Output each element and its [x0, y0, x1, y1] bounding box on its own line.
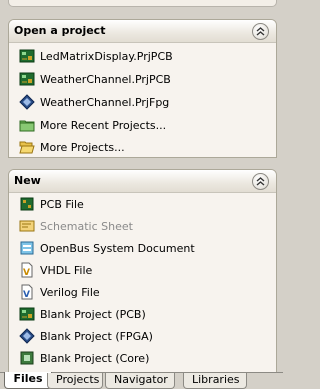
item-label: Blank Project (Core) — [40, 351, 150, 365]
new-blank-fpga-project-item[interactable]: Blank Project (FPGA) — [19, 326, 153, 346]
item-label: WeatherChannel.PrjPCB — [40, 72, 171, 86]
item-label: VHDL File — [40, 263, 93, 277]
tab-projects[interactable]: Projects — [47, 373, 103, 389]
recent-project-item[interactable]: WeatherChannel.PrjFpg — [19, 92, 169, 112]
pcb-project-icon — [19, 71, 35, 87]
item-label: Verilog File — [40, 285, 100, 299]
svg-text:V: V — [23, 268, 30, 278]
item-label: More Projects... — [40, 140, 125, 154]
vhdl-file-icon: V — [19, 262, 35, 278]
open-project-header[interactable]: Open a project — [9, 20, 276, 43]
core-project-icon — [19, 350, 35, 366]
tab-label: Libraries — [192, 373, 240, 386]
item-label: OpenBus System Document — [40, 241, 195, 255]
new-schematic-sheet-item[interactable]: Schematic Sheet — [19, 216, 133, 236]
pcb-file-icon — [19, 196, 35, 212]
tab-label: Navigator — [114, 373, 168, 386]
new-vhdl-file-item[interactable]: V VHDL File — [19, 260, 92, 280]
item-label: Blank Project (FPGA) — [40, 329, 153, 343]
fpga-project-icon — [19, 94, 35, 110]
collapse-up-icon[interactable] — [252, 173, 269, 190]
item-label: PCB File — [40, 197, 84, 211]
panel-tab-bar: Files Projects Navigator Libraries — [0, 372, 283, 389]
item-label: LedMatrixDisplay.PrjPCB — [40, 49, 173, 63]
new-blank-pcb-project-item[interactable]: Blank Project (PCB) — [19, 304, 146, 324]
previous-panel-bottom — [8, 0, 277, 7]
recent-project-item[interactable]: WeatherChannel.PrjPCB — [19, 69, 171, 89]
new-verilog-file-item[interactable]: V Verilog File — [19, 282, 100, 302]
tab-files[interactable]: Files — [4, 372, 52, 389]
open-project-group: Open a project LedMatrixDisplay.PrjPCB W… — [8, 19, 277, 158]
collapse-up-icon[interactable] — [252, 23, 269, 40]
svg-text:V: V — [23, 290, 30, 300]
item-label: WeatherChannel.PrjFpg — [40, 95, 170, 109]
new-header[interactable]: New — [9, 170, 276, 193]
pcb-project-icon — [19, 306, 35, 322]
tab-label: Projects — [56, 373, 100, 386]
tab-libraries[interactable]: Libraries — [183, 373, 247, 389]
item-label: Blank Project (PCB) — [40, 307, 146, 321]
green-folder-icon — [19, 117, 35, 133]
new-group: New PCB File Schematic Sheet OpenBus Sys… — [8, 169, 277, 375]
new-title: New — [14, 174, 41, 187]
tab-navigator[interactable]: Navigator — [105, 373, 175, 389]
schematic-sheet-icon — [19, 218, 35, 234]
new-blank-core-project-item[interactable]: Blank Project (Core) — [19, 348, 149, 368]
new-openbus-document-item[interactable]: OpenBus System Document — [19, 238, 195, 258]
tab-label: Files — [13, 372, 43, 385]
openbus-document-icon — [19, 240, 35, 256]
pcb-project-icon — [19, 48, 35, 64]
open-folder-icon — [19, 139, 35, 155]
new-pcb-file-item[interactable]: PCB File — [19, 194, 84, 214]
fpga-project-icon — [19, 328, 35, 344]
item-label: More Recent Projects... — [40, 118, 167, 132]
verilog-file-icon: V — [19, 284, 35, 300]
open-project-title: Open a project — [14, 24, 106, 37]
more-recent-projects-item[interactable]: More Recent Projects... — [19, 115, 166, 135]
recent-project-item[interactable]: LedMatrixDisplay.PrjPCB — [19, 46, 173, 66]
more-projects-item[interactable]: More Projects... — [19, 137, 125, 157]
item-label: Schematic Sheet — [40, 219, 133, 233]
